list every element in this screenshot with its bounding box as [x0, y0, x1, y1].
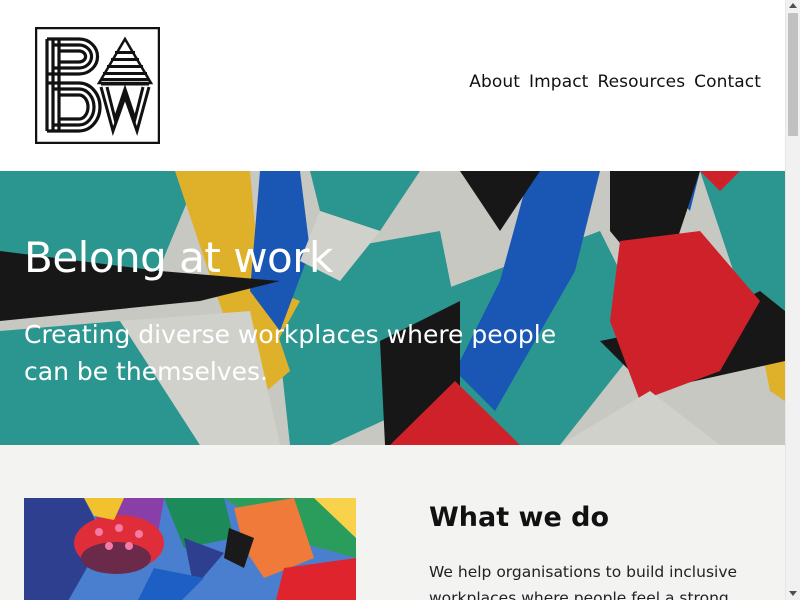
- page: About Impact Resources Contact Belong at…: [0, 0, 785, 600]
- vertical-scrollbar[interactable]: [785, 0, 800, 600]
- main-nav: About Impact Resources Contact: [469, 72, 761, 92]
- site-logo[interactable]: [34, 26, 161, 145]
- scroll-down-arrow-icon[interactable]: [789, 591, 797, 596]
- scroll-up-arrow-icon[interactable]: [789, 3, 797, 8]
- scrollbar-thumb[interactable]: [788, 13, 798, 136]
- nav-link-contact[interactable]: Contact: [694, 72, 761, 92]
- hero-subtitle: Creating diverse workplaces where people…: [24, 320, 557, 386]
- baw-logo-icon: [34, 26, 161, 145]
- nav-link-impact[interactable]: Impact: [529, 72, 588, 92]
- hero-mural-image: [0, 171, 785, 445]
- section-mural-image: [24, 498, 356, 600]
- nav-link-resources[interactable]: Resources: [597, 72, 685, 92]
- site-header: About Impact Resources Contact: [0, 0, 785, 171]
- section-title: What we do: [429, 502, 610, 533]
- hero-banner: Belong at work Creating diverse workplac…: [0, 171, 785, 445]
- hero-title: Belong at work: [24, 233, 333, 282]
- mural-art-icon: [24, 498, 356, 600]
- nav-link-about[interactable]: About: [469, 72, 520, 92]
- section-body: We help organisations to build inclusive…: [429, 563, 738, 600]
- what-we-do-section: What we do We help organisations to buil…: [0, 445, 785, 600]
